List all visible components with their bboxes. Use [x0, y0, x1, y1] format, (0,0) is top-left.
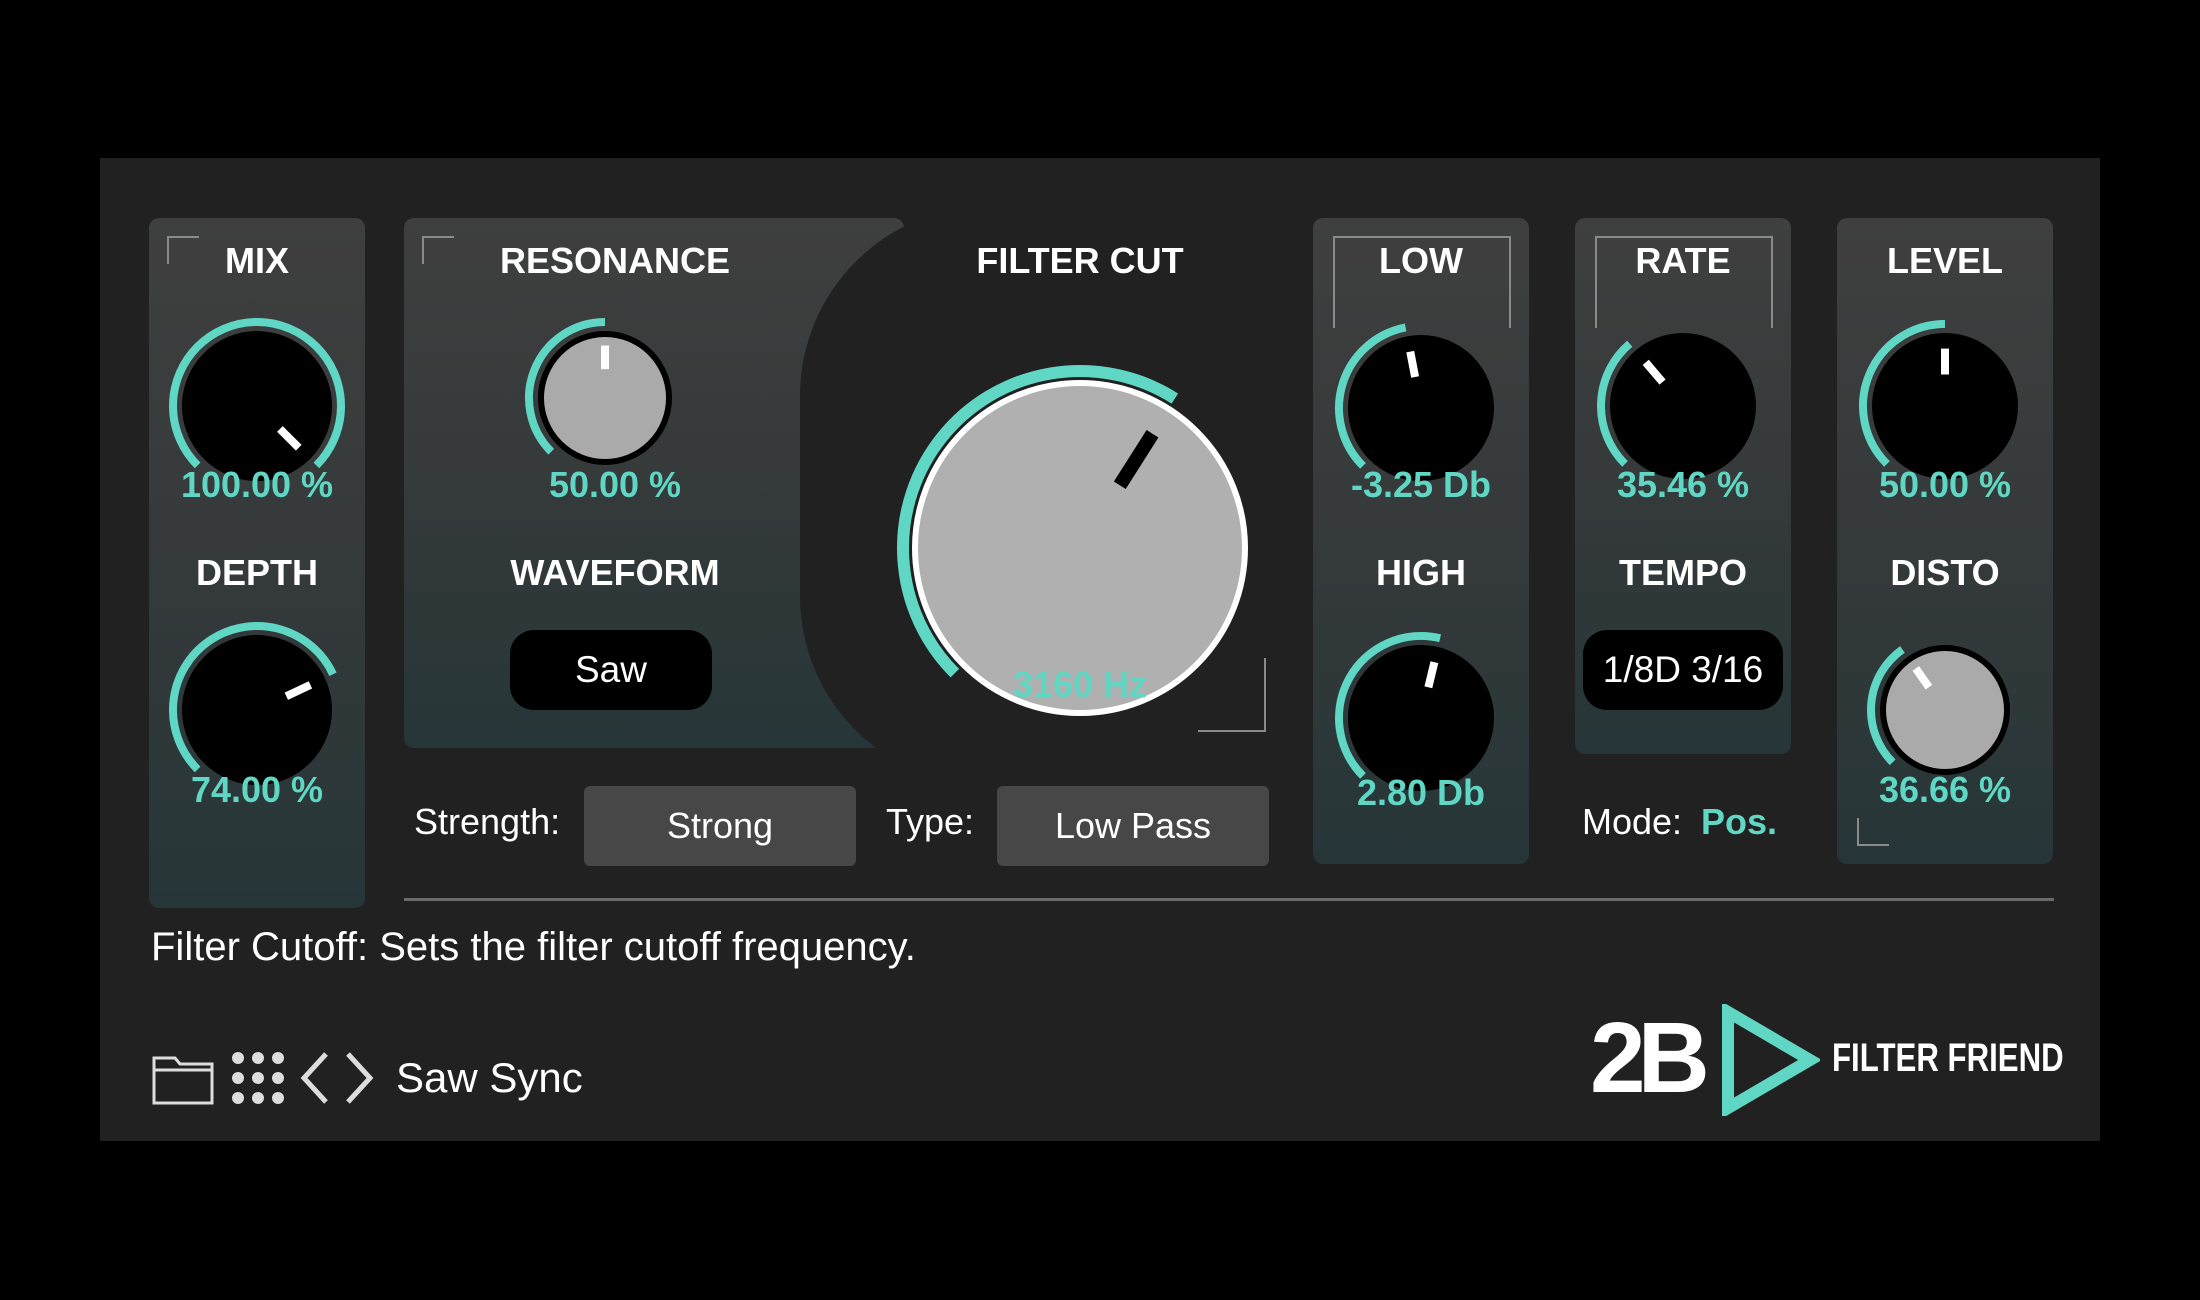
panel-corner-mark: [1198, 658, 1266, 732]
disto-label: DISTO: [1890, 552, 2000, 593]
knob-body: [182, 635, 332, 785]
brand-mark-text: 2B: [1590, 1002, 1710, 1114]
panel-corner-mark: [1857, 818, 1889, 846]
resonance-label: RESONANCE: [499, 240, 731, 281]
mode-label: Mode:: [1582, 801, 1683, 842]
preset-name[interactable]: Saw Sync: [396, 1054, 583, 1102]
knob-body: [1610, 333, 1756, 479]
brand-logo: 2B FILTER FRIEND: [1590, 996, 2064, 1126]
filter-cut-value: 3160 Hz: [1012, 664, 1148, 705]
level-label: LEVEL: [1886, 240, 2003, 281]
panel-corner-mark: [422, 236, 454, 264]
rate-label: RATE: [1635, 240, 1731, 281]
grid-icon[interactable]: [230, 1050, 286, 1106]
high-value: 2.80 Db: [1356, 772, 1486, 813]
waveform-label: WAVEFORM: [510, 552, 720, 593]
filter-cut-label: FILTER CUT: [976, 240, 1184, 281]
knob-body: [1880, 645, 2010, 775]
chevron-right-icon[interactable]: [342, 1050, 376, 1106]
knob-body: [1348, 335, 1494, 481]
help-text: Filter Cutoff: Sets the filter cutoff fr…: [151, 925, 916, 969]
mode-value[interactable]: Pos.: [1701, 801, 1777, 843]
knob-body: [1348, 645, 1494, 791]
strength-select[interactable]: Strong: [584, 786, 856, 866]
disto-value: 36.66 %: [1878, 769, 2012, 810]
product-name: FILTER FRIEND: [1832, 1036, 2064, 1080]
low-label: LOW: [1379, 240, 1463, 281]
level-value: 50.00 %: [1878, 464, 2012, 505]
waveform-selector[interactable]: Saw: [510, 630, 712, 710]
knob-body: [182, 331, 332, 481]
tempo-label: TEMPO: [1618, 552, 1747, 593]
chevron-left-icon[interactable]: [298, 1050, 332, 1106]
plugin-window: MIX 100.00 % DEPTH 74.00 % RESONANCE 50.…: [100, 158, 2100, 1141]
mix-label: MIX: [224, 240, 289, 281]
resonance-value: 50.00 %: [548, 464, 682, 505]
mix-value: 100.00 %: [180, 464, 334, 505]
type-select[interactable]: Low Pass: [997, 786, 1269, 866]
strength-label: Strength:: [414, 801, 561, 842]
tempo-selector[interactable]: 1/8D 3/16: [1583, 630, 1783, 710]
folder-icon[interactable]: [151, 1050, 215, 1106]
high-label: HIGH: [1376, 552, 1466, 593]
type-label: Type:: [886, 801, 975, 842]
play-triangle-icon: [1722, 1004, 1820, 1116]
depth-value: 74.00 %: [190, 769, 324, 810]
resonance-knob[interactable]: [515, 308, 695, 488]
depth-label: DEPTH: [195, 552, 318, 593]
knob-pointer: [1406, 350, 1420, 378]
low-value: -3.25 Db: [1350, 464, 1492, 505]
rate-value: 35.46 %: [1616, 464, 1750, 505]
divider: [404, 898, 2054, 901]
